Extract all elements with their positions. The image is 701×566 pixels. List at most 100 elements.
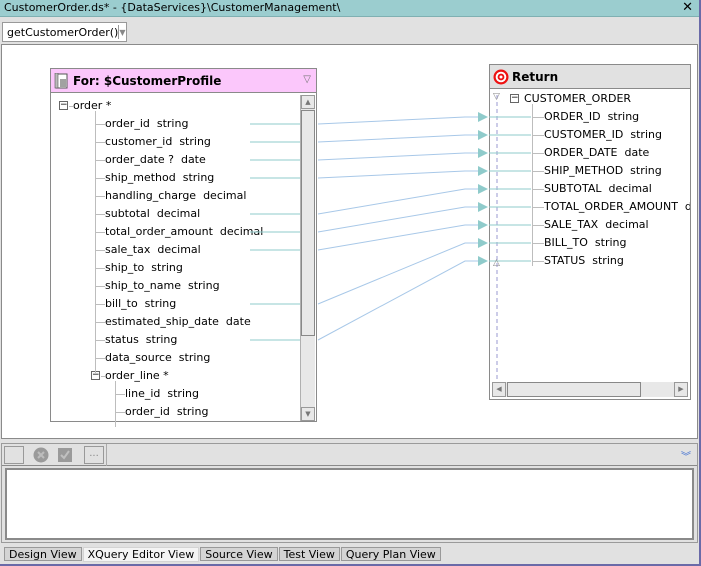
toolbar: getCustomerOrder() ▼ (0, 18, 699, 44)
tree-field[interactable]: ship_method string (105, 169, 214, 187)
tree-field[interactable]: ship_to_name string (105, 277, 220, 295)
tree-field[interactable]: status string (105, 331, 177, 349)
return-clause-box[interactable]: Return CUSTOMER_ORDER − ORDER_ID string CUS… (489, 64, 691, 400)
mapping-link[interactable] (317, 224, 487, 251)
more-button[interactable]: ... (84, 446, 104, 464)
mapping-link[interactable] (317, 242, 487, 305)
tree-connector (95, 232, 105, 233)
mapping-link[interactable] (317, 116, 487, 125)
tree-field[interactable]: ship_to string (105, 259, 183, 277)
return-box-title: Return (512, 69, 559, 84)
tree-guide (532, 104, 533, 266)
mapping-arrow (478, 220, 488, 230)
mapping-arrow (478, 130, 488, 140)
tree-connector (532, 225, 544, 226)
toolbar-separator (106, 444, 107, 466)
check-icon[interactable] (57, 447, 73, 463)
blank-button[interactable] (4, 446, 24, 464)
tree-connector (101, 376, 105, 377)
tree-field[interactable]: SUBTOTAL decimal (544, 180, 652, 198)
tree-field[interactable]: order_id string (105, 115, 188, 133)
tree-connector (532, 243, 544, 244)
tree-connector (532, 261, 544, 262)
tree-node[interactable]: CUSTOMER_ORDER (524, 90, 631, 108)
scroll-thumb[interactable] (301, 110, 315, 336)
scroll-down-button[interactable]: ▼ (301, 407, 315, 421)
mapping-arrow (478, 238, 488, 248)
tree-guide (115, 381, 116, 427)
mapping-link[interactable] (317, 206, 487, 233)
double-chevron-down-icon[interactable]: ︾ (681, 448, 691, 463)
mapping-link[interactable] (317, 134, 487, 143)
expression-editor[interactable] (5, 468, 694, 540)
title-bar: CustomerOrder.ds* - {DataServices}\Custo… (0, 0, 699, 17)
tree-connector (95, 214, 105, 215)
tree-field[interactable]: CUSTOMER_ID string (544, 126, 662, 144)
tree-guide (95, 111, 96, 373)
chevron-down-icon[interactable]: ▼ (119, 28, 126, 37)
tree-field[interactable]: SHIP_METHOD string (544, 162, 662, 180)
expression-toolbar: ... ︾ (2, 444, 697, 466)
pin-icon[interactable]: ▽ (303, 74, 311, 85)
mapping-link[interactable] (317, 152, 487, 161)
tab-test-view[interactable]: Test View (278, 547, 340, 561)
tree-connector (95, 196, 105, 197)
tree-field[interactable]: SALE_TAX decimal (544, 216, 649, 234)
mapping-link[interactable] (317, 170, 487, 179)
xquery-design-canvas: For: $CustomerProfile ▽ order * − order_id… (1, 44, 698, 439)
mapping-arrow (478, 148, 488, 158)
tree-field[interactable]: TOTAL_ORDER_AMOUNT decimal (544, 198, 690, 216)
tree-field[interactable]: order_id string (125, 403, 208, 421)
for-vertical-scrollbar[interactable]: ▲ ▼ (300, 95, 315, 421)
tree-field[interactable]: handling_charge decimal (105, 187, 246, 205)
mapping-arrow (478, 256, 488, 266)
tab-xquery-editor-view[interactable]: XQuery Editor View (82, 547, 200, 562)
tree-node[interactable]: order * (73, 97, 111, 115)
tree-connector (115, 412, 125, 413)
collapse-toggle-icon[interactable]: − (59, 101, 68, 110)
tree-field[interactable]: ORDER_ID string (544, 108, 639, 126)
mapping-link[interactable] (317, 188, 487, 215)
for-box-header[interactable]: For: $CustomerProfile ▽ (51, 69, 316, 93)
for-clause-box[interactable]: For: $CustomerProfile ▽ order * − order_id… (50, 68, 317, 427)
tab-query-plan-view[interactable]: Query Plan View (340, 547, 441, 561)
tree-connector (95, 142, 105, 143)
tree-connector (95, 286, 105, 287)
close-icon[interactable]: ✕ (682, 1, 693, 15)
collapse-toggle-icon[interactable]: − (510, 94, 519, 103)
tree-connector (532, 117, 544, 118)
scroll-right-button[interactable]: ▶ (674, 382, 688, 397)
scroll-up-button[interactable]: ▲ (301, 95, 315, 109)
tree-field[interactable]: BILL_TO string (544, 234, 627, 252)
tree-connector (95, 358, 105, 359)
tree-connector (532, 135, 544, 136)
tree-field[interactable]: ORDER_DATE date (544, 144, 649, 162)
tab-design-view[interactable]: Design View (4, 547, 82, 561)
scroll-thumb[interactable] (507, 382, 641, 397)
tree-field[interactable]: customer_id string (105, 133, 211, 151)
function-select-value: getCustomerOrder() (7, 25, 119, 39)
tab-source-view[interactable]: Source View (200, 547, 278, 561)
for-box-title: For: $CustomerProfile (73, 73, 222, 88)
scroll-left-button[interactable]: ◀ (492, 382, 506, 397)
tree-field[interactable]: line_id string (125, 385, 199, 403)
editor-window: CustomerOrder.ds* - {DataServices}\Custo… (0, 0, 701, 566)
mapping-link[interactable] (317, 260, 487, 341)
return-horizontal-scrollbar[interactable]: ◀ ▶ (492, 382, 688, 397)
tree-connector (95, 160, 105, 161)
tree-field[interactable]: sale_tax decimal (105, 241, 201, 259)
tree-field[interactable]: total_order_amount decimal (105, 223, 263, 241)
function-select[interactable]: getCustomerOrder() ▼ (2, 22, 127, 42)
tree-field[interactable]: order_date ? date (105, 151, 206, 169)
tree-connector (69, 106, 73, 107)
tree-field[interactable]: estimated_ship_date date (105, 313, 251, 331)
window-title: CustomerOrder.ds* - {DataServices}\Custo… (4, 1, 341, 14)
tree-field[interactable]: data_source string (105, 349, 210, 367)
tree-field[interactable]: STATUS string (544, 252, 624, 270)
tree-connector (95, 268, 105, 269)
document-table-icon (54, 72, 68, 88)
tree-field[interactable]: subtotal decimal (105, 205, 200, 223)
tree-field[interactable]: bill_to string (105, 295, 176, 313)
cancel-icon[interactable] (33, 447, 49, 463)
return-box-header[interactable]: Return (490, 65, 690, 89)
